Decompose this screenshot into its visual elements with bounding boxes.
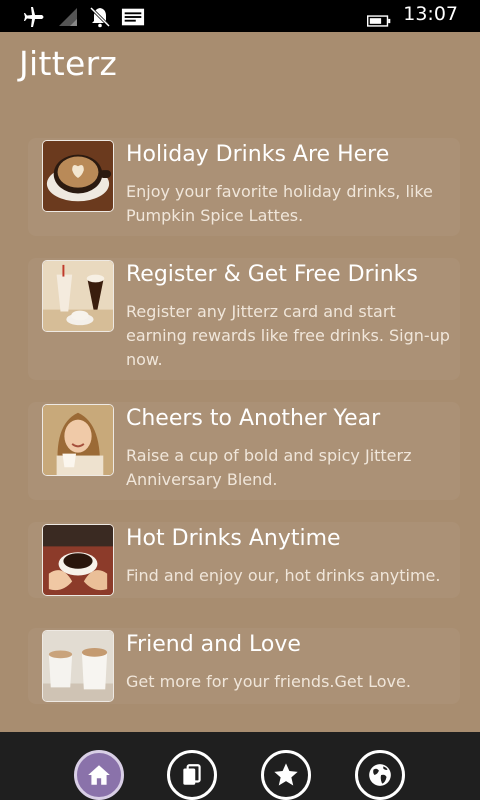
home-icon — [88, 765, 110, 785]
airplane-icon — [24, 7, 44, 27]
item-description: Register any Jitterz card and start earn… — [126, 302, 450, 369]
clock: 13:07 — [403, 3, 458, 25]
item-title: Register & Get Free Drinks — [126, 262, 418, 287]
star-icon — [274, 763, 298, 786]
list-item[interactable]: Hot Drinks Anytime Find and enjoy our, h… — [28, 522, 460, 598]
wifi-icon — [59, 8, 77, 26]
list-item[interactable]: Friend and Love Get more for your friend… — [28, 628, 460, 704]
item-title: Hot Drinks Anytime — [126, 526, 341, 551]
cards-button[interactable] — [167, 750, 217, 800]
item-description: Raise a cup of bold and spicy Jitterz An… — [126, 446, 412, 489]
item-description: Enjoy your favorite holiday drinks, like… — [126, 182, 433, 225]
two-cappuccinos-thumbnail — [42, 630, 114, 702]
list-item[interactable]: Cheers to Another Year Raise a cup of bo… — [28, 402, 460, 500]
item-title: Cheers to Another Year — [126, 406, 381, 431]
quiet-hours-bell-icon — [89, 6, 111, 28]
item-description: Get more for your friends.Get Love. — [126, 672, 411, 691]
hands-holding-coffee-thumbnail — [42, 524, 114, 596]
status-bar: 13:07 — [0, 0, 480, 32]
item-description: Find and enjoy our, hot drinks anytime. — [126, 566, 441, 585]
app-bar — [0, 732, 480, 800]
favorites-button[interactable] — [261, 750, 311, 800]
milkshake-drinks-thumbnail — [42, 260, 114, 332]
globe-icon — [369, 764, 391, 786]
list-item[interactable]: Register & Get Free Drinks Register any … — [28, 258, 460, 380]
battery-icon — [367, 15, 391, 27]
globe-button[interactable] — [355, 750, 405, 800]
cards-icon — [183, 764, 201, 785]
item-title: Friend and Love — [126, 632, 301, 657]
woman-with-cup-thumbnail — [42, 404, 114, 476]
list-item[interactable]: Holiday Drinks Are Here Enjoy your favor… — [28, 138, 460, 236]
home-button[interactable] — [74, 750, 124, 800]
app-title: Jitterz — [19, 44, 118, 83]
notification-center-icon — [121, 8, 145, 26]
item-title: Holiday Drinks Are Here — [126, 142, 390, 167]
latte-art-thumbnail — [42, 140, 114, 212]
